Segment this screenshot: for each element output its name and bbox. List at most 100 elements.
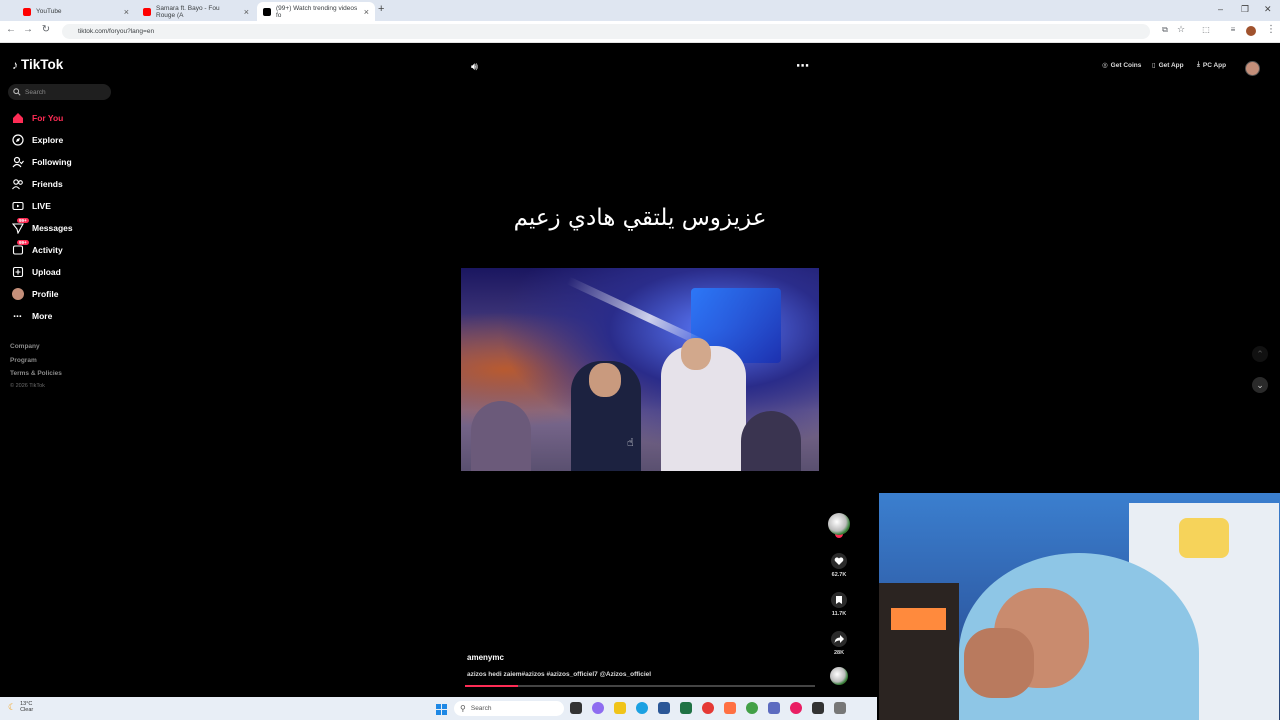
video-person-face bbox=[681, 338, 711, 370]
like-count: 62.7K bbox=[831, 572, 847, 578]
sidebar-item-following[interactable]: Following bbox=[11, 154, 72, 170]
volume-icon[interactable]: 🔊︎ bbox=[471, 61, 478, 74]
tiktok-logo[interactable]: ♪ TikTok bbox=[12, 57, 63, 72]
chrome-icon[interactable] bbox=[702, 702, 714, 714]
video-crowd bbox=[471, 401, 531, 471]
messages-icon: 99+ bbox=[11, 217, 29, 235]
video-progress-bar[interactable] bbox=[465, 685, 815, 687]
search-icon: ⚲ bbox=[460, 704, 466, 713]
creator-avatar[interactable]: + bbox=[826, 513, 852, 538]
music-disc-icon bbox=[830, 667, 848, 685]
more-icon: ⋯ bbox=[13, 310, 22, 321]
settings-gear-icon[interactable] bbox=[834, 702, 846, 714]
close-tab-icon[interactable]: × bbox=[124, 7, 129, 17]
get-coins-label: Get Coins bbox=[1110, 61, 1142, 69]
tiktok-favicon-icon bbox=[263, 7, 271, 16]
profile-avatar[interactable] bbox=[1246, 26, 1256, 36]
browser-toolbar: ← → ↻ tiktok.com/foryou?lang=en ⧉ ☆ ⬚ ≡ … bbox=[0, 21, 1280, 43]
forward-arrow-icon[interactable]: → bbox=[21, 24, 35, 35]
excel-icon[interactable] bbox=[680, 702, 692, 714]
file-explorer-icon[interactable] bbox=[614, 702, 626, 714]
video-overlay-caption: عزيزوس يلتقي هادي زعيم bbox=[513, 205, 767, 231]
youtube-favicon-icon bbox=[143, 7, 151, 16]
task-view-icon[interactable] bbox=[570, 702, 582, 714]
video-username[interactable]: amenymc bbox=[467, 653, 504, 662]
edge-icon[interactable] bbox=[636, 702, 648, 714]
sidebar-item-activity[interactable]: 99+ Activity bbox=[11, 239, 63, 258]
sidebar-item-messages[interactable]: 99+ Messages bbox=[11, 217, 73, 236]
search-input[interactable]: Search bbox=[8, 84, 111, 100]
restore-icon[interactable]: ❐ bbox=[1241, 4, 1249, 15]
previous-video-button[interactable]: ⌃ bbox=[1252, 346, 1268, 362]
logo-text: TikTok bbox=[21, 57, 64, 72]
address-bar[interactable]: tiktok.com/foryou?lang=en bbox=[62, 24, 1150, 39]
reload-icon[interactable]: ↻ bbox=[39, 24, 53, 35]
copilot-icon[interactable] bbox=[592, 702, 604, 714]
upload-icon bbox=[11, 266, 24, 279]
sidebar-item-explore[interactable]: Explore bbox=[11, 132, 63, 148]
get-coins-button[interactable]: ◎ Get Coins bbox=[1102, 61, 1142, 70]
get-app-label: Get App bbox=[1158, 61, 1184, 69]
sidebar-item-label: More bbox=[32, 311, 53, 321]
browser-tab-music[interactable]: Samara ft. Bayo - Fou Rouge (A × bbox=[137, 2, 255, 21]
footer-link-program[interactable]: Program bbox=[10, 357, 37, 364]
windows-start-icon[interactable] bbox=[436, 702, 447, 715]
close-tab-icon[interactable]: × bbox=[244, 7, 249, 17]
following-icon bbox=[11, 156, 24, 169]
extensions-icon[interactable]: ⬚ bbox=[1199, 25, 1213, 34]
avatar bbox=[11, 288, 24, 301]
webcam-overlay bbox=[879, 493, 1280, 720]
sound-disc[interactable] bbox=[826, 667, 852, 685]
weather-text: Clear bbox=[20, 707, 34, 713]
tab-title: Samara ft. Bayo - Fou Rouge (A bbox=[156, 4, 220, 19]
sidebar-item-more[interactable]: ⋯ More bbox=[11, 308, 52, 324]
heart-icon bbox=[831, 553, 847, 569]
close-window-icon[interactable]: ✕ bbox=[1264, 4, 1272, 15]
browser-menu-icon[interactable]: ⋮ bbox=[1264, 24, 1278, 35]
share-button[interactable]: 28K bbox=[826, 631, 852, 656]
back-arrow-icon[interactable]: ← bbox=[4, 24, 18, 35]
video-player[interactable] bbox=[461, 268, 819, 471]
close-tab-icon[interactable]: × bbox=[364, 7, 369, 17]
download-icon: ⤓ bbox=[1197, 61, 1200, 68]
webcam-neon-sign bbox=[1179, 518, 1229, 558]
moon-icon: ☾ bbox=[8, 701, 17, 712]
install-app-icon[interactable]: ⧉ bbox=[1158, 25, 1172, 35]
video-person-face bbox=[589, 363, 621, 397]
sidebar-item-upload[interactable]: Upload bbox=[11, 264, 61, 280]
app-icon[interactable] bbox=[812, 702, 824, 714]
browser-tab-tiktok[interactable]: (99+) Watch trending videos fo × bbox=[257, 2, 375, 21]
url-text: tiktok.com/foryou?lang=en bbox=[78, 28, 155, 35]
pc-app-button[interactable]: ⤓ PC App bbox=[1197, 61, 1226, 69]
coin-icon: ◎ bbox=[1102, 62, 1108, 69]
browser-tab-youtube[interactable]: YouTube × bbox=[17, 2, 135, 21]
share-icon bbox=[831, 631, 847, 647]
app-icon[interactable] bbox=[746, 702, 758, 714]
video-crowd bbox=[741, 411, 801, 471]
sidebar-item-profile[interactable]: Profile bbox=[11, 286, 58, 302]
app-icon[interactable] bbox=[790, 702, 802, 714]
like-button[interactable]: 62.7K bbox=[826, 553, 852, 578]
app-icon[interactable] bbox=[724, 702, 736, 714]
user-avatar[interactable] bbox=[1245, 61, 1260, 76]
footer-link-company[interactable]: Company bbox=[10, 343, 40, 350]
store-icon[interactable] bbox=[658, 702, 670, 714]
footer-link-terms[interactable]: Terms & Policies bbox=[10, 370, 62, 377]
app-icon[interactable] bbox=[768, 702, 780, 714]
new-tab-button[interactable]: + bbox=[378, 3, 384, 15]
weather-widget[interactable]: ☾ 13°C Clear bbox=[8, 701, 33, 713]
tiktok-note-icon: ♪ bbox=[12, 57, 18, 72]
cast-icon[interactable]: ≡ bbox=[1226, 25, 1240, 34]
next-video-button[interactable]: ⌄ bbox=[1252, 377, 1268, 393]
minimize-icon[interactable]: – bbox=[1218, 4, 1223, 14]
live-icon bbox=[11, 200, 24, 213]
more-options-icon[interactable]: ⋯ bbox=[796, 58, 809, 74]
sidebar-item-for-you[interactable]: For You bbox=[11, 110, 63, 126]
video-light-beam bbox=[566, 276, 706, 348]
get-app-button[interactable]: ▯ Get App bbox=[1152, 61, 1184, 70]
bookmark-star-icon[interactable]: ☆ bbox=[1174, 24, 1188, 35]
save-button[interactable]: 11.7K bbox=[826, 592, 852, 617]
sidebar-item-live[interactable]: LIVE bbox=[11, 198, 51, 214]
taskbar-search-input[interactable]: ⚲ Search bbox=[454, 701, 564, 716]
sidebar-item-friends[interactable]: Friends bbox=[11, 176, 63, 192]
